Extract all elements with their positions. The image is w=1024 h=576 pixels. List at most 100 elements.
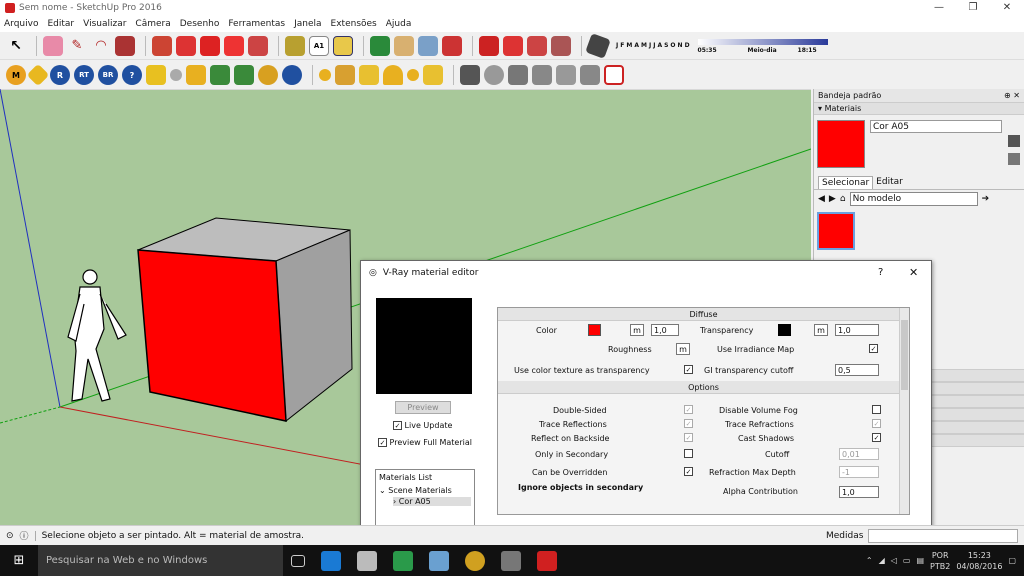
month-label[interactable]: O xyxy=(670,42,675,49)
cutoff-spinner[interactable]: 0,01 xyxy=(839,448,879,460)
trace-refractions-checkbox[interactable]: ✓ xyxy=(872,419,881,428)
calculator-icon[interactable] xyxy=(501,550,521,571)
vray-help-icon[interactable]: ? xyxy=(122,65,142,85)
model-material-thumbnail[interactable] xyxy=(817,212,855,250)
materials-panel-header[interactable]: ▾ Materiais xyxy=(814,102,1024,115)
alpha-contribution-spinner[interactable]: 1,0 xyxy=(839,486,879,498)
orbit-icon[interactable] xyxy=(370,35,390,56)
cube-side-face[interactable] xyxy=(275,229,353,422)
menu-visualizar[interactable]: Visualizar xyxy=(83,19,126,29)
collection-dropdown[interactable]: No modelo xyxy=(849,192,978,206)
tray-overflow-icon[interactable]: ⌃ xyxy=(866,556,873,565)
options-section-header[interactable]: Options xyxy=(498,381,909,394)
sample-paint-icon[interactable] xyxy=(1008,153,1020,165)
pan-hand-icon[interactable] xyxy=(394,35,414,56)
edge-browser-icon[interactable] xyxy=(321,550,341,571)
rectangle-light-icon[interactable] xyxy=(335,65,355,85)
utorrent-icon[interactable] xyxy=(393,550,413,571)
clock[interactable]: 15:23 04/08/2016 xyxy=(956,550,1002,572)
vray-batch-render-icon[interactable]: BR xyxy=(98,65,118,85)
camera-delete-icon[interactable] xyxy=(604,65,624,85)
month-label[interactable]: D xyxy=(685,42,690,49)
preview-button[interactable]: Preview xyxy=(395,401,451,414)
close-button[interactable]: ✕ xyxy=(990,0,1024,16)
warehouse-icon[interactable] xyxy=(479,35,499,56)
vray-rt-render-icon[interactable]: RT xyxy=(74,65,94,85)
push-pull-icon[interactable] xyxy=(152,35,172,56)
month-label[interactable]: A xyxy=(634,42,639,49)
vray-fur-icon[interactable] xyxy=(186,65,206,85)
tab-selecionar[interactable]: Selecionar xyxy=(818,175,874,189)
time-gradient-bar[interactable] xyxy=(697,38,828,45)
properties-scrollbar[interactable] xyxy=(899,308,909,514)
spot-light-icon[interactable] xyxy=(359,65,379,85)
transparency-amount-spinner[interactable]: 1,0 xyxy=(835,324,879,336)
cast-shadows-checkbox[interactable]: ✓ xyxy=(872,433,881,442)
color-amount-spinner[interactable]: 1,0 xyxy=(651,324,679,336)
layout-icon[interactable] xyxy=(551,35,571,56)
camera-path-icon[interactable] xyxy=(508,65,528,85)
forward-arrow-icon[interactable]: ▶ xyxy=(829,194,836,204)
tape-measure-icon[interactable] xyxy=(285,35,305,56)
eraser-icon[interactable] xyxy=(43,35,63,56)
task-view-icon[interactable] xyxy=(291,554,305,567)
cube-front-face[interactable] xyxy=(137,249,287,422)
reflect-backside-checkbox[interactable]: ✓ xyxy=(684,433,693,442)
zoom-icon[interactable] xyxy=(418,35,438,56)
material-list-item[interactable]: › Cor A05 xyxy=(393,497,471,506)
details-arrow-icon[interactable]: ➔ xyxy=(982,194,990,204)
paint-bucket-icon[interactable] xyxy=(333,35,353,56)
tray-close-icon[interactable]: ✕ xyxy=(1013,91,1020,100)
vray-render-icon[interactable]: R xyxy=(50,65,70,85)
text-tool-icon[interactable]: A1 xyxy=(309,35,329,56)
create-material-icon[interactable] xyxy=(1008,135,1020,147)
vray-pause-icon[interactable] xyxy=(258,65,278,85)
menu-ferramentas[interactable]: Ferramentas xyxy=(228,19,285,29)
use-color-texture-checkbox[interactable]: ✓ xyxy=(684,365,693,374)
info-icon[interactable]: ⓘ xyxy=(20,529,29,542)
tray-pin-icon[interactable]: ⊕ xyxy=(1004,91,1011,100)
month-label[interactable]: M xyxy=(641,42,647,49)
ies-light-icon[interactable] xyxy=(423,65,443,85)
vray-stop-icon[interactable] xyxy=(282,65,302,85)
refraction-depth-spinner[interactable]: -1 xyxy=(839,466,879,478)
chrome-icon[interactable] xyxy=(465,550,485,571)
vray-proxy-icon[interactable] xyxy=(210,65,230,85)
transparency-color-swatch[interactable] xyxy=(778,324,791,336)
language-indicator[interactable]: POR PTB2 xyxy=(930,550,950,572)
help-button[interactable]: ? xyxy=(878,267,883,278)
omni-light-icon[interactable] xyxy=(319,69,331,81)
windows-start-icon[interactable]: ⊞ xyxy=(0,553,38,568)
move-icon[interactable] xyxy=(200,35,220,56)
trace-reflections-checkbox[interactable]: ✓ xyxy=(684,419,693,428)
scale-icon[interactable] xyxy=(248,35,268,56)
transparency-map-button[interactable]: m xyxy=(814,324,828,336)
live-update-checkbox[interactable]: ✓ xyxy=(393,421,402,430)
back-arrow-icon[interactable]: ◀ xyxy=(818,194,825,204)
menu-janela[interactable]: Janela xyxy=(294,19,321,29)
month-label[interactable]: F xyxy=(620,42,624,49)
menu-extensoes[interactable]: Extensões xyxy=(331,19,377,29)
keyboard-icon[interactable]: ▭ xyxy=(903,556,911,565)
use-irradiance-checkbox[interactable]: ✓ xyxy=(869,344,878,353)
month-label[interactable]: N xyxy=(678,42,683,49)
extension-warehouse-icon[interactable] xyxy=(527,35,547,56)
menu-camera[interactable]: Câmera xyxy=(135,19,170,29)
message-icon[interactable]: ▤ xyxy=(916,556,924,565)
preview-full-checkbox[interactable]: ✓ xyxy=(378,438,387,447)
minimize-button[interactable]: — xyxy=(922,0,956,16)
color-map-button[interactable]: m xyxy=(630,324,644,336)
notes-icon[interactable] xyxy=(429,550,449,571)
only-secondary-checkbox[interactable] xyxy=(684,449,693,458)
gi-cutoff-spinner[interactable]: 0,5 xyxy=(835,364,879,376)
volume-icon[interactable]: ◁ xyxy=(891,556,897,565)
rotate-icon[interactable] xyxy=(224,35,244,56)
vray-export-proxy-icon[interactable] xyxy=(234,65,254,85)
vray-sphere-icon[interactable] xyxy=(170,69,182,81)
menu-desenho[interactable]: Desenho xyxy=(180,19,220,29)
month-label[interactable]: M xyxy=(626,42,632,49)
material-name-field[interactable]: Cor A05 xyxy=(870,120,1002,133)
store-icon[interactable] xyxy=(357,550,377,571)
menu-ajuda[interactable]: Ajuda xyxy=(386,19,412,29)
month-label[interactable]: J xyxy=(653,42,655,49)
